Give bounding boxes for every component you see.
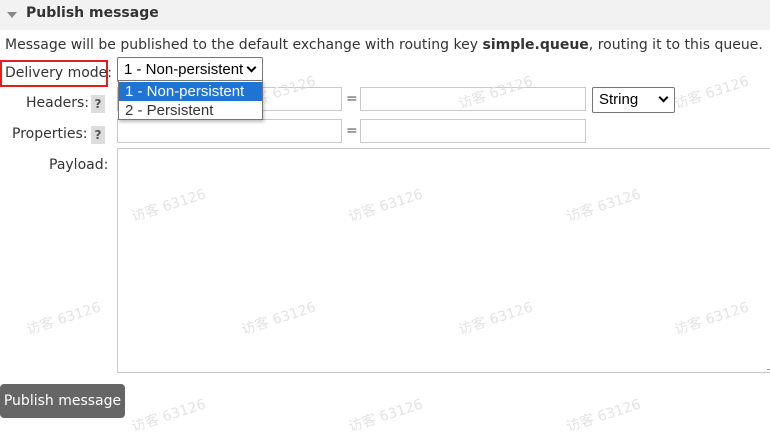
delivery-mode-option-persistent[interactable]: 2 - Persistent (119, 101, 262, 120)
header-value-input[interactable] (360, 87, 586, 111)
payload-textarea[interactable] (117, 148, 770, 373)
section-title: Publish message (26, 5, 159, 21)
headers-label: Headers: (26, 95, 89, 111)
collapse-triangle-icon[interactable] (7, 12, 17, 18)
routing-info-suffix: , routing it to this queue. (588, 37, 763, 53)
property-key-input[interactable] (117, 119, 342, 143)
routing-key: simple.queue (482, 37, 589, 53)
publish-message-section-header[interactable]: Publish message (0, 0, 770, 30)
watermark: 访客 63126 (129, 396, 208, 436)
header-equals: = (346, 91, 358, 107)
headers-help-icon[interactable]: ? (91, 95, 105, 113)
watermark: 访客 63126 (564, 396, 643, 436)
watermark: 访客 63126 (346, 396, 425, 436)
delivery-mode-select[interactable]: 1 - Non-persistent (117, 57, 263, 82)
delivery-mode-option-non-persistent[interactable]: 1 - Non-persistent (119, 82, 262, 101)
chevron-down-icon (246, 62, 257, 73)
routing-info: Message will be published to the default… (5, 37, 763, 53)
header-type-select[interactable]: String (592, 87, 675, 113)
delivery-mode-selected-value: 1 - Non-persistent (124, 61, 244, 78)
property-equals: = (346, 123, 358, 139)
routing-info-prefix: Message will be published to the default… (5, 37, 483, 53)
publish-message-button[interactable]: Publish message (0, 384, 125, 418)
watermark: 访客 63126 (672, 73, 751, 113)
properties-help-icon[interactable]: ? (91, 126, 105, 144)
delivery-mode-label: Delivery mode: (5, 65, 112, 81)
header-type-selected-value: String (599, 91, 639, 108)
payload-label: Payload: (49, 157, 109, 173)
delivery-mode-dropdown-list: 1 - Non-persistent 2 - Persistent (118, 80, 263, 120)
property-value-input[interactable] (360, 119, 586, 143)
properties-label: Properties: (12, 126, 88, 142)
watermark: 访客 63126 (24, 299, 103, 339)
chevron-down-icon (658, 92, 669, 103)
